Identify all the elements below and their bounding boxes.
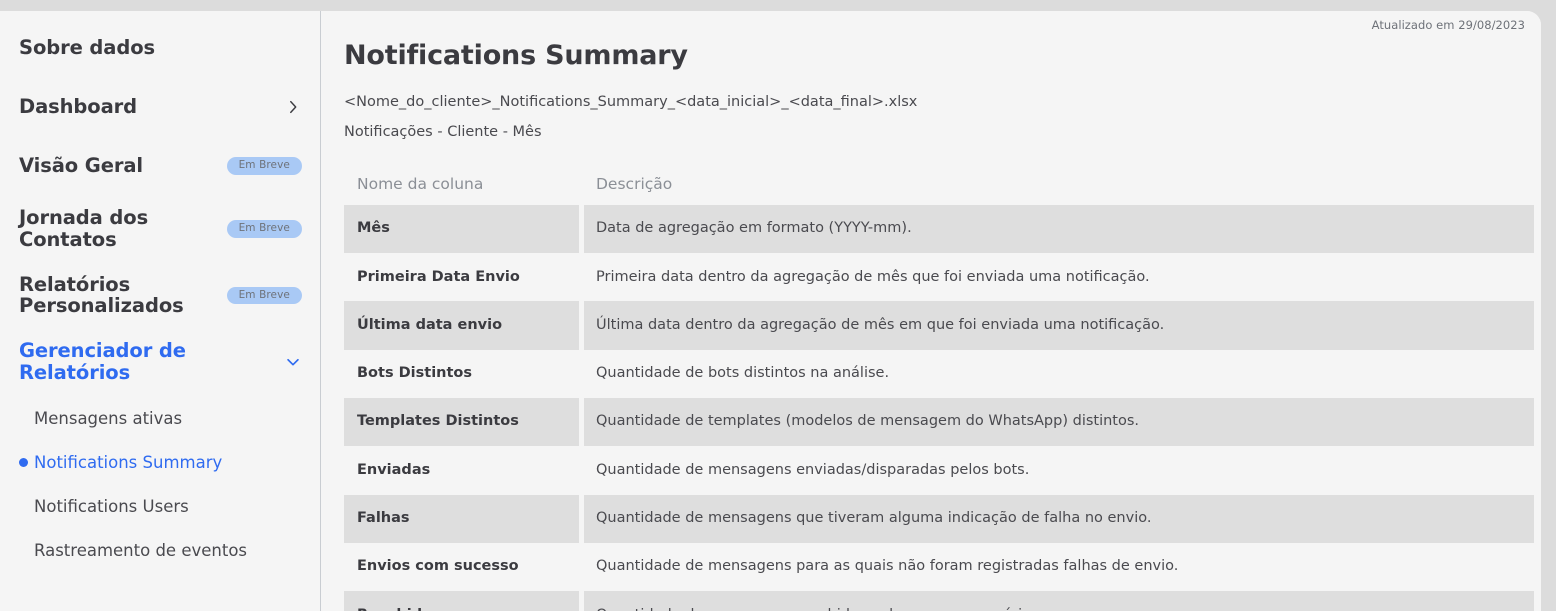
coming-soon-badge: Em Breve — [226, 157, 302, 175]
column-name-text: Bots Distintos — [357, 365, 473, 382]
table-row: Recebidas Quantidade de mensagens recebid… — [344, 591, 1534, 611]
column-name-text: Templates Distintos — [357, 413, 519, 430]
description-text: Quantidade de mensagens recebidas pelas … — [596, 607, 1043, 611]
description-text: Quantidade de mensagens para as quais nã… — [596, 558, 1179, 575]
cell-column-name: Enviadas — [344, 446, 579, 495]
coming-soon-badge: Em Breve — [226, 286, 302, 305]
column-header-label: Nome da coluna — [357, 175, 484, 194]
table-row: Última data envio Última data dentro da a… — [344, 301, 1534, 350]
cell-column-name: Envios com sucesso — [344, 542, 579, 592]
description-text: Data de agregação em formato (YYYY-mm). — [596, 220, 912, 237]
breadcrumb: Notificações - Cliente - Mês — [344, 124, 542, 141]
cell-column-name: Recebidas — [344, 591, 579, 611]
table-row: Enviadas Quantidade de mensagens enviadas… — [344, 446, 1534, 495]
table-row: Envios com sucesso Quantidade de mensagen… — [344, 542, 1534, 592]
sidebar-item-label: Gerenciador de Relatórios — [19, 339, 186, 385]
active-dot-icon — [19, 458, 28, 468]
sidebar-item-trailing — [284, 353, 302, 371]
cell-description: Quantidade de mensagens que tiveram algu… — [584, 494, 1534, 543]
cell-column-name: Mês — [344, 204, 579, 254]
cell-description: Quantidade de mensagens enviadas/dispara… — [584, 446, 1534, 495]
sidebar-item-rastreamento-de-eventos[interactable]: Rastreamento de eventos — [0, 539, 320, 563]
sidebar-item-mensagens-ativas[interactable]: Mensagens ativas — [0, 407, 320, 431]
sidebar-item-trailing: Em Breve — [226, 220, 302, 238]
app-root: Sobre dados Dashboard Visão Geral Em Breve J… — [0, 0, 1556, 611]
page-title: Notifications Summary — [344, 40, 688, 71]
active-dot-icon — [19, 502, 28, 511]
column-name-text: Enviadas — [357, 461, 431, 478]
chevron-down-icon[interactable] — [284, 353, 302, 371]
sidebar-subitem-label: Rastreamento de eventos — [34, 541, 248, 561]
cell-description: Data de agregação em formato (YYYY-mm). — [584, 204, 1534, 254]
main-content: Atualizado em 29/08/2023 Notifications S… — [321, 11, 1541, 611]
description-text: Primeira data dentro da agregação de mês… — [596, 268, 1150, 285]
sidebar-item-label: Dashboard — [19, 95, 138, 119]
sidebar-item-trailing: Em Breve — [226, 286, 302, 305]
column-header-label: Descrição — [596, 175, 673, 194]
cell-description: Quantidade de bots distintos na análise. — [584, 349, 1534, 399]
column-header: Nome da coluna — [344, 164, 579, 205]
table-row: Mês Data de agregação em formato (YYYY-mm… — [344, 204, 1534, 254]
cell-description: Última data dentro da agregação de mês e… — [584, 301, 1534, 350]
sidebar-subitem-label: Notifications Summary — [34, 453, 223, 473]
file-name-pattern: <Nome_do_cliente>_Notifications_Summary_… — [344, 94, 918, 111]
sidebar-item-trailing — [284, 98, 302, 116]
sidebar-top-list: Sobre dados Dashboard Visão Geral Em Breve J… — [0, 30, 320, 384]
sidebar-item-label: Jornada dos Contatos — [19, 206, 149, 251]
table-header-row: Nome da coluna Descrição — [344, 164, 1534, 205]
cell-column-name: Primeira Data Envio — [344, 253, 579, 302]
column-name-text: Última data envio — [357, 316, 503, 333]
column-name-text: Envios com sucesso — [357, 558, 519, 575]
sidebar-subitem-label: Notifications Users — [34, 497, 189, 517]
sidebar-item-label: Sobre dados — [19, 36, 156, 60]
description-text: Quantidade de mensagens que tiveram algu… — [596, 510, 1152, 527]
description-text: Quantidade de templates (modelos de mens… — [596, 413, 1140, 430]
sidebar-item-dashboard[interactable]: Dashboard — [0, 89, 320, 125]
column-name-text: Primeira Data Envio — [357, 268, 520, 285]
column-name-text: Recebidas — [357, 607, 441, 611]
active-dot-icon — [19, 414, 28, 423]
sidebar-item-gerenciador-de-relat-rios[interactable]: Gerenciador de Relatórios — [0, 340, 320, 384]
sidebar-item-notifications-users[interactable]: Notifications Users — [0, 495, 320, 519]
table-row: Templates Distintos Quantidade de templat… — [344, 398, 1534, 447]
sidebar-item-label: Relatórios Personalizados — [19, 272, 184, 318]
cell-description: Primeira data dentro da agregação de mês… — [584, 253, 1534, 302]
sidebar-item-trailing: Em Breve — [226, 157, 302, 175]
last-updated-label: Atualizado em 29/08/2023 — [1371, 18, 1525, 32]
cell-column-name: Falhas — [344, 494, 579, 543]
content-card: Sobre dados Dashboard Visão Geral Em Breve J… — [0, 11, 1541, 611]
coming-soon-badge: Em Breve — [226, 220, 302, 238]
sidebar-item-label: Visão Geral — [19, 154, 143, 178]
table-row: Bots Distintos Quantidade de bots distint… — [344, 349, 1534, 399]
sidebar-item-sobre-dados[interactable]: Sobre dados — [0, 30, 320, 66]
description-text: Última data dentro da agregação de mês e… — [596, 316, 1165, 333]
cell-column-name: Última data envio — [344, 301, 579, 350]
cell-description: Quantidade de mensagens recebidas pelas … — [584, 591, 1534, 611]
cell-column-name: Bots Distintos — [344, 349, 579, 399]
description-text: Quantidade de bots distintos na análise. — [596, 365, 890, 382]
sidebar-item-notifications-summary[interactable]: Notifications Summary — [0, 451, 320, 475]
sidebar: Sobre dados Dashboard Visão Geral Em Breve J… — [0, 11, 321, 611]
chevron-right-icon[interactable] — [284, 98, 302, 116]
table-row: Falhas Quantidade de mensagens que tivera… — [344, 494, 1534, 543]
sidebar-item-vis-o-geral[interactable]: Visão Geral Em Breve — [0, 148, 320, 184]
column-header: Descrição — [584, 164, 1534, 205]
sidebar-sub-list: Mensagens ativas Notifications Summary Not… — [0, 407, 320, 563]
column-name-text: Falhas — [357, 510, 410, 527]
sidebar-item-relat-rios-personalizados[interactable]: Relatórios Personalizados Em Breve — [0, 272, 320, 318]
cell-column-name: Templates Distintos — [344, 398, 579, 447]
sidebar-item-jornada-dos-contatos[interactable]: Jornada dos Contatos Em Breve — [0, 207, 320, 251]
cell-description: Quantidade de mensagens para as quais nã… — [584, 542, 1534, 592]
sidebar-subitem-label: Mensagens ativas — [34, 409, 183, 429]
columns-description-table: Nome da coluna Descrição Mês Data de agrega… — [344, 164, 1534, 611]
description-text: Quantidade de mensagens enviadas/dispara… — [596, 461, 1030, 478]
active-dot-icon — [19, 546, 28, 555]
cell-description: Quantidade de templates (modelos de mens… — [584, 398, 1534, 447]
table-row: Primeira Data Envio Primeira data dentro … — [344, 253, 1534, 302]
column-name-text: Mês — [357, 220, 390, 237]
